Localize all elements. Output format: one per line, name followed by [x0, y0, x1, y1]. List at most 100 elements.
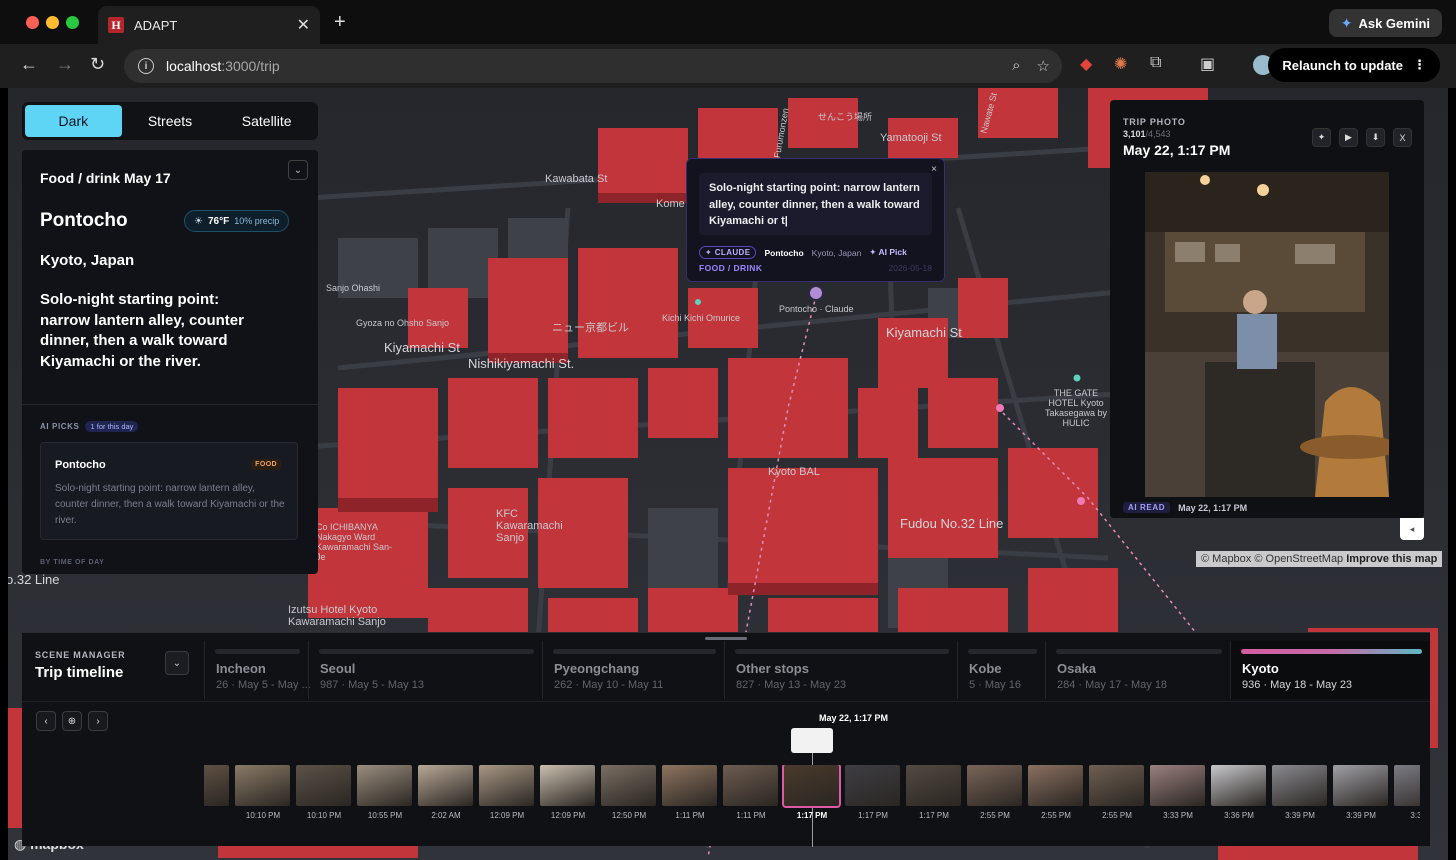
maximize-window-button[interactable] — [66, 16, 79, 29]
thumbnail-time: 2:02 AM — [431, 811, 461, 820]
photo-thumbnail[interactable] — [418, 765, 473, 806]
map-style-dark[interactable]: Dark — [25, 105, 122, 137]
photo-thumbnail[interactable] — [1394, 765, 1420, 806]
gemini-icon: ✦ — [1340, 14, 1353, 31]
scene-name: Pyeongchang — [554, 661, 640, 676]
close-tab-icon[interactable]: ✕ — [297, 15, 310, 35]
scene-kobe[interactable]: Kobe 5 · May 16 — [957, 641, 1045, 699]
ai-read-badge[interactable]: AI READ — [1123, 502, 1171, 513]
relaunch-to-update-button[interactable]: Relaunch to update ⋮ — [1268, 48, 1440, 82]
extension-red-icon[interactable]: ◆ — [1080, 54, 1092, 74]
map-attribution: © Mapbox © OpenStreetMap Improve this ma… — [1196, 551, 1443, 567]
photo-thumbnail[interactable] — [540, 765, 595, 806]
map-style-streets[interactable]: Streets — [122, 105, 219, 137]
photo-thumbnail[interactable] — [1333, 765, 1388, 806]
photo-thumbnail[interactable] — [1150, 765, 1205, 806]
map-label-gyoza: Gyoza no Ohsho Sanjo — [356, 318, 450, 328]
map-label-kyoto-bal: Kyoto BAL — [768, 466, 820, 478]
mapbox-attribution-link[interactable]: © Mapbox — [1201, 553, 1251, 565]
timeline-prev-button[interactable]: ‹ — [36, 711, 56, 731]
photo-thumbnail[interactable] — [357, 765, 412, 806]
collapse-panel-chevron-icon[interactable]: ⌄ — [288, 160, 308, 180]
photo-date: May 22, 1:17 PM — [1123, 142, 1231, 158]
photo-thumbnail[interactable] — [204, 765, 229, 806]
minimize-window-button[interactable] — [46, 16, 59, 29]
scene-other-stops[interactable]: Other stops 827 · May 13 - May 23 — [724, 641, 957, 699]
ask-gemini-button[interactable]: ✦ Ask Gemini — [1328, 9, 1442, 37]
timeline-collapse-chevron-icon[interactable]: ⌄ — [165, 651, 189, 675]
map-label-kome: Kome — [656, 198, 685, 210]
extension-claude-icon[interactable]: ✺ — [1114, 54, 1127, 74]
photo-thumbnail[interactable] — [845, 765, 900, 806]
ai-pick-name: Pontocho — [55, 459, 106, 471]
improve-map-link[interactable]: Improve this map — [1346, 553, 1437, 565]
thumbnail-time: 10:10 PM — [245, 811, 281, 820]
thumbnail-time: 1:17 PM — [796, 811, 828, 820]
cast-search-icon[interactable]: ▣ — [1200, 54, 1215, 74]
scene-pyeongchang[interactable]: Pyeongchang 262 · May 10 - May 11 — [542, 641, 724, 699]
map-label-kawabata: Kawabata St — [545, 173, 608, 185]
scene-info: 936 · May 18 - May 23 — [1242, 679, 1353, 691]
timeline-next-button[interactable]: › — [88, 711, 108, 731]
photo-thumbnail[interactable] — [1089, 765, 1144, 806]
photo-panel-collapse-tab[interactable]: ◂ — [1400, 518, 1424, 540]
photo-thumbnail[interactable] — [662, 765, 717, 806]
tab-strip: H ADAPT ✕ + ✦ Ask Gemini — [0, 0, 1456, 44]
scene-info: 26 · May 5 - May ... — [216, 679, 311, 691]
popup-ai-pick: ✦ AI Pick — [869, 247, 907, 257]
close-photo-button[interactable]: X — [1393, 128, 1412, 147]
address-bar[interactable]: i localhost:3000/trip ⌕ ☆ — [124, 49, 1062, 83]
thumbnail-time: 2:55 PM — [1041, 811, 1071, 820]
photo-thumbnail[interactable] — [906, 765, 961, 806]
photo-footer-date: May 22, 1:17 PM — [1178, 502, 1248, 513]
popup-city: Kyoto, Japan — [811, 247, 862, 258]
photo-thumbnail[interactable] — [479, 765, 534, 806]
back-button[interactable]: ← — [20, 54, 38, 75]
photo-thumbnail[interactable] — [1272, 765, 1327, 806]
thumbnail-time: 12:09 PM — [489, 811, 525, 820]
more-menu-icon[interactable]: ⋮ — [1413, 57, 1426, 73]
timeline-locate-button[interactable]: ⊕ — [62, 711, 82, 731]
ai-pick-description: Solo-night starting point: narrow lanter… — [55, 483, 285, 526]
scene-bar — [553, 649, 716, 654]
reload-button[interactable]: ↻ — [90, 54, 105, 75]
timeline-drag-handle[interactable] — [705, 637, 747, 640]
scene-seoul[interactable]: Seoul 987 · May 5 - May 13 — [308, 641, 542, 699]
play-icon[interactable]: ▶ — [1339, 128, 1358, 147]
popup-close-icon[interactable]: × — [931, 164, 937, 175]
map-label-new-kyoto: ニュー京都ビル — [552, 322, 629, 334]
photo-thumbnail[interactable] — [782, 765, 841, 808]
photo-thumbnail[interactable] — [235, 765, 290, 806]
ai-pick-card[interactable]: Pontocho FOOD Solo-night starting point:… — [40, 442, 298, 540]
forward-button[interactable]: → — [56, 54, 74, 75]
trip-photo-image — [1145, 172, 1389, 497]
osm-attribution-link[interactable]: © OpenStreetMap — [1254, 553, 1343, 565]
ai-sparkle-icon[interactable]: ✦ — [1312, 128, 1331, 147]
url-text: localhost:3000/trip — [166, 58, 280, 74]
new-tab-button[interactable]: + — [334, 11, 346, 34]
map-label-sanjo-ohashi: Sanjo Ohashi — [326, 283, 381, 293]
photo-thumbnail[interactable] — [1211, 765, 1266, 806]
scene-incheon[interactable]: Incheon 26 · May 5 - May ... — [204, 641, 311, 699]
scene-osaka[interactable]: Osaka 284 · May 17 - May 18 — [1045, 641, 1230, 699]
download-icon[interactable]: ⬇ — [1366, 128, 1385, 147]
scene-kyoto[interactable]: Kyoto 936 · May 18 - May 23 — [1230, 641, 1430, 699]
photo-thumbnail[interactable] — [723, 765, 778, 806]
zoom-icon[interactable]: ⌕ — [1012, 57, 1020, 75]
photo-thumbnail[interactable] — [967, 765, 1022, 806]
weather-icon: ☀ — [194, 215, 203, 227]
close-window-button[interactable] — [26, 16, 39, 29]
tab-adapt[interactable]: H ADAPT ✕ — [98, 6, 320, 44]
photo-thumbnail[interactable] — [296, 765, 351, 806]
map-style-satellite[interactable]: Satellite — [218, 105, 315, 137]
playhead-handle[interactable] — [791, 728, 833, 753]
map-place-popup: × Solo-night starting point: narrow lant… — [686, 158, 945, 282]
trip-photo-panel: TRIP PHOTO 3,101/4,543 May 22, 1:17 PM ✦… — [1110, 100, 1424, 518]
map-label-nishikiyamachi: Nishikiyamachi St. — [468, 356, 575, 371]
map-label-yamatooji: Yamatooji St — [880, 132, 942, 144]
site-info-icon[interactable]: i — [138, 58, 154, 74]
bookmark-star-icon[interactable]: ☆ — [1037, 57, 1050, 75]
photo-thumbnail[interactable] — [1028, 765, 1083, 806]
photo-thumbnail[interactable] — [601, 765, 656, 806]
extensions-puzzle-icon[interactable]: ⧉ — [1150, 54, 1161, 72]
